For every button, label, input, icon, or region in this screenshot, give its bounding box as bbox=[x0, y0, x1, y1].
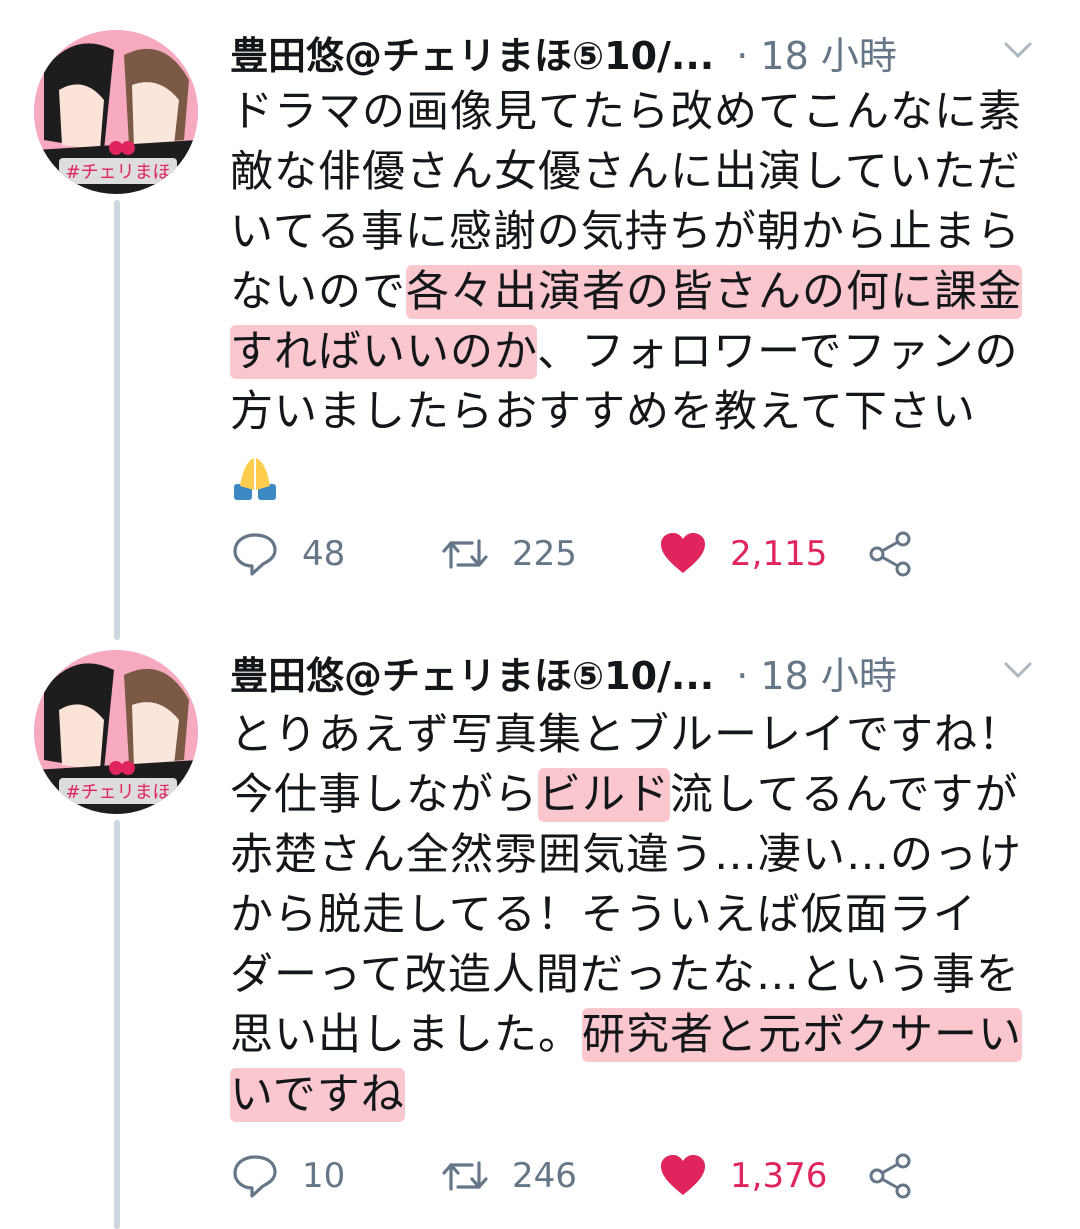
tweet-actions: 10 246 1,376 bbox=[230, 1146, 930, 1206]
chevron-down-icon[interactable] bbox=[998, 650, 1038, 690]
text-line: 今仕事しながらビルド流してるんですが bbox=[230, 768, 1019, 822]
tweet-header: 豊田悠@チェリまほ⑤10/... · 18 小時 bbox=[230, 642, 1050, 702]
author-name[interactable]: 豊田悠@チェリまほ⑤10/... bbox=[230, 645, 714, 700]
like-count: 1,376 bbox=[730, 1156, 828, 1196]
highlighted-text: いですね bbox=[230, 1068, 405, 1122]
text-line: とりあえず写真集とブルーレイですね！ bbox=[230, 710, 1022, 760]
text-line: いてる事に感謝の気持ちが朝から止まら bbox=[230, 207, 1021, 257]
author-name[interactable]: 豊田悠@チェリまほ⑤10/... bbox=[230, 25, 714, 80]
tweet-text: とりあえず写真集とブルーレイですね！ 今仕事しながらビルド流してるんですが 赤楚… bbox=[230, 705, 1048, 1125]
share-icon bbox=[869, 1153, 911, 1199]
tweet-actions: 48 225 2,115 bbox=[230, 524, 930, 584]
text-line: ダーって改造人間だったな…という事を bbox=[230, 950, 1020, 1000]
tweet-text: ドラマの画像見てたら改めてこんなに素 敵な俳優さん女優さんに出演していただ いて… bbox=[230, 82, 1048, 504]
like-button[interactable]: 1,376 bbox=[658, 1146, 827, 1206]
avatar-illustration: #チェリまほ bbox=[34, 30, 198, 194]
text-line: ドラマの画像見てたら改めてこんなに素 bbox=[230, 87, 1022, 137]
highlighted-text: 各々出演者の皆さんの何に課金 bbox=[406, 265, 1022, 319]
retweet-button[interactable]: 225 bbox=[440, 524, 577, 584]
heart-icon bbox=[661, 1155, 705, 1195]
tweet[interactable]: #チェリまほ 豊田悠@チェリまほ⑤10/... · 18 小時 ドラマの画像見て… bbox=[0, 0, 1080, 620]
text-line: 🙏 bbox=[230, 442, 1048, 504]
like-count: 2,115 bbox=[730, 534, 828, 574]
text-line: すればいいのか、フォロワーでファンの bbox=[230, 325, 1019, 379]
highlighted-text: ビルド bbox=[538, 768, 670, 822]
avatar-illustration: #チェリまほ bbox=[34, 650, 198, 814]
text-line: 敵な俳優さん女優さんに出演していただ bbox=[230, 147, 1021, 197]
text-line: から脱走してる！そういえば仮面ライ bbox=[230, 890, 977, 940]
share-button[interactable] bbox=[866, 524, 916, 584]
heart-icon bbox=[661, 533, 705, 573]
retweet-count: 225 bbox=[512, 534, 577, 574]
share-icon bbox=[869, 531, 911, 577]
reply-button[interactable]: 48 bbox=[230, 524, 345, 584]
highlighted-text: すればいいのか bbox=[230, 325, 538, 379]
text-line: 思い出しました。研究者と元ボクサーい bbox=[230, 1008, 1022, 1062]
text-line: いですね bbox=[230, 1065, 1048, 1125]
avatar-caption: #チェリまほ bbox=[65, 162, 170, 183]
emoji-text: 🙏 bbox=[280, 442, 281, 443]
reply-count: 10 bbox=[302, 1156, 346, 1196]
avatar[interactable]: #チェリまほ bbox=[34, 30, 198, 194]
chevron-down-icon[interactable] bbox=[998, 30, 1038, 70]
text-line: ないので各々出演者の皆さんの何に課金 bbox=[230, 265, 1022, 319]
timestamp[interactable]: · 18 小時 bbox=[736, 25, 897, 80]
retweet-icon bbox=[442, 1161, 488, 1191]
timestamp[interactable]: · 18 小時 bbox=[736, 645, 897, 700]
retweet-icon bbox=[442, 539, 488, 569]
retweet-button[interactable]: 246 bbox=[440, 1146, 577, 1206]
avatar-caption: #チェリまほ bbox=[65, 782, 170, 803]
folded-hands-emoji-icon bbox=[234, 457, 276, 500]
reply-button[interactable]: 10 bbox=[230, 1146, 345, 1206]
tweet[interactable]: #チェリまほ 豊田悠@チェリまほ⑤10/... · 18 小時 とりあえず写真集… bbox=[0, 620, 1080, 1229]
text-line: 赤楚さん全然雰囲気違う…凄い…のっけ bbox=[230, 830, 1022, 880]
reply-icon bbox=[233, 533, 277, 576]
tweet-header: 豊田悠@チェリまほ⑤10/... · 18 小時 bbox=[230, 22, 1050, 82]
retweet-count: 246 bbox=[512, 1156, 577, 1196]
reply-count: 48 bbox=[302, 534, 346, 574]
text-line: 方いましたらおすすめを教えて下さい bbox=[230, 387, 976, 437]
avatar[interactable]: #チェリまほ bbox=[34, 650, 198, 814]
highlighted-text: 研究者と元ボクサーい bbox=[582, 1008, 1022, 1062]
share-button[interactable] bbox=[866, 1146, 916, 1206]
like-button[interactable]: 2,115 bbox=[658, 524, 827, 584]
reply-icon bbox=[233, 1155, 277, 1198]
